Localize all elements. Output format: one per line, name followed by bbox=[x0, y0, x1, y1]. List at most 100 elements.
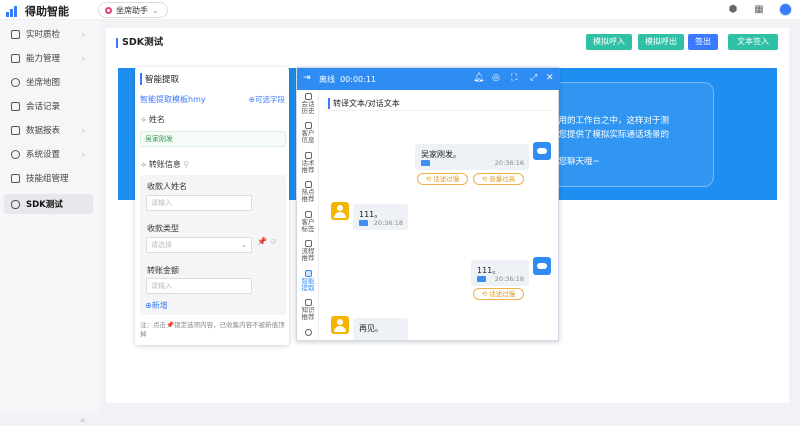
assistant-rail: 会话 历史 客户 信息 话术 推荐 热点 推荐 客户 标签 流程 推荐 智能 提… bbox=[297, 90, 319, 342]
exit-icon[interactable]: ⇥ bbox=[303, 73, 311, 83]
settings-icon[interactable]: ⬢ bbox=[727, 4, 739, 16]
sidebar-item-label: 系统设置 bbox=[26, 150, 61, 160]
sidebar-item-realtime-qc[interactable]: 实时质检 › bbox=[4, 24, 93, 44]
banner-text-line2: 为您提供了模拟实际通话场景的 bbox=[550, 130, 670, 140]
headset-icon[interactable]: ◎ bbox=[492, 73, 500, 83]
bell-icon[interactable]: 🔔︎ bbox=[473, 73, 484, 83]
rail-label: 流程 推荐 bbox=[301, 247, 315, 262]
history-icon bbox=[304, 93, 312, 100]
sidebar-item-label: SDK测试 bbox=[26, 200, 63, 210]
collapse-sidebar-icon[interactable]: « bbox=[80, 416, 86, 426]
sidebar-item-sdk-test[interactable]: SDK测试 bbox=[4, 194, 93, 214]
message-text: 吴家刚发。 bbox=[421, 150, 461, 159]
sidebar-item-reports[interactable]: 数据报表 › bbox=[4, 120, 93, 140]
call-timer: 00:00:11 bbox=[340, 75, 377, 84]
message-text: 再见。 bbox=[359, 324, 383, 333]
pin-icon[interactable]: ⚲ bbox=[181, 160, 189, 169]
customer-avatar bbox=[331, 316, 349, 334]
chevron-right-icon: › bbox=[81, 149, 85, 159]
call-assistant-window: ⇥ 离线 00:00:11 🔔︎ ◎ ⛶ ⤢ ✕ 会话 历史 客户 信息 话术 … bbox=[296, 67, 560, 342]
payee-name-label: 收款人姓名 bbox=[147, 182, 187, 191]
robot-icon bbox=[11, 199, 20, 209]
page-title: SDK测试 bbox=[116, 38, 163, 48]
call-status: 离线 00:00:11 bbox=[319, 74, 376, 85]
capability-icon bbox=[11, 53, 20, 63]
chat-icon bbox=[11, 101, 20, 111]
rail-hot-recommend[interactable]: 热点 推荐 bbox=[298, 181, 318, 203]
close-icon[interactable]: ✕ bbox=[546, 73, 554, 83]
template-name[interactable]: 智能提取模板hmy bbox=[140, 94, 206, 105]
sidebar-item-label: 实时质检 bbox=[26, 30, 61, 40]
pin-icon[interactable]: 📌 bbox=[257, 237, 267, 246]
rail-knowledge-recommend[interactable]: 知识 推荐 bbox=[298, 299, 318, 321]
rail-flow-recommend[interactable]: 流程 推荐 bbox=[298, 240, 318, 262]
avatar[interactable] bbox=[779, 3, 792, 16]
tag-icon bbox=[304, 211, 312, 218]
optional-fields-link[interactable]: ⊕可选字段 bbox=[249, 94, 285, 105]
sidebar-item-capability[interactable]: 能力管理 › bbox=[4, 48, 93, 68]
payment-type-placeholder: 请选择 bbox=[151, 241, 172, 249]
simulate-outbound-button[interactable]: 模拟呼出 bbox=[638, 34, 684, 50]
payee-name-input[interactable]: 请输入 bbox=[146, 195, 252, 211]
fullscreen-icon[interactable]: ⤢ bbox=[530, 73, 537, 83]
flag-icon bbox=[477, 276, 486, 282]
script-icon bbox=[304, 152, 312, 159]
transfer-amount-input[interactable]: 请输入 bbox=[146, 278, 252, 294]
transfer-amount-label: 转账金额 bbox=[147, 266, 179, 275]
rail-session-history[interactable]: 会话 历史 bbox=[298, 93, 318, 115]
location-icon bbox=[11, 77, 20, 87]
flow-icon bbox=[304, 240, 312, 247]
chevron-right-icon: › bbox=[81, 53, 85, 63]
clear-icon[interactable]: ⊘ bbox=[270, 237, 277, 246]
message-time: 20:36:18 bbox=[373, 219, 403, 227]
payment-type-select[interactable]: 请选择 ⌄ bbox=[146, 237, 252, 253]
customer-message: 111。 20:36:18 bbox=[353, 204, 408, 230]
sign-out-button[interactable]: 签出 bbox=[688, 34, 718, 50]
simulate-inbound-button[interactable]: 模拟呼入 bbox=[586, 34, 632, 50]
chevron-right-icon: › bbox=[81, 29, 85, 39]
rail-more[interactable] bbox=[298, 329, 318, 337]
rail-label: 知识 推荐 bbox=[301, 306, 315, 321]
name-field[interactable]: 吴家刚发 bbox=[140, 131, 286, 147]
fire-icon bbox=[304, 181, 312, 188]
apps-grid-icon[interactable]: ▦ bbox=[753, 4, 765, 16]
rail-smart-extraction[interactable]: 智能 提取 bbox=[298, 270, 318, 292]
sidebar-item-settings[interactable]: 系统设置 › bbox=[4, 144, 93, 164]
sidebar-item-seat-map[interactable]: 坐席地图 bbox=[4, 72, 93, 92]
group-icon bbox=[11, 173, 20, 183]
conversation-title: 转译文本/对话文本 bbox=[328, 98, 400, 109]
sidebar-item-sessions[interactable]: 会话记录 bbox=[4, 96, 93, 116]
payment-type-label: 收款类型 bbox=[147, 224, 179, 233]
user-icon bbox=[304, 122, 312, 129]
top-bar: 得助智能 坐席助手 ⌄ ⬢ ▦ bbox=[0, 0, 800, 20]
more-icon bbox=[304, 329, 312, 336]
divider bbox=[325, 110, 553, 111]
status-text: 离线 bbox=[319, 75, 335, 84]
rail-label: 热点 推荐 bbox=[301, 188, 315, 203]
violation-pill[interactable]: ⟲ 话述过慢 bbox=[417, 173, 468, 185]
pin-note: 注：点击📌锁定选项内容，已收集内容不被新值顶掉 bbox=[140, 321, 285, 338]
field-marker-icon: ⟡ bbox=[141, 160, 149, 169]
customer-message: 再见。 bbox=[353, 318, 408, 340]
app-selector[interactable]: 坐席助手 ⌄ bbox=[98, 2, 168, 18]
smart-extraction-panel: 智能提取 智能提取模板hmy ⊕可选字段 ⟡ 姓名 吴家刚发 ⟡ 转账信息 ⚲ … bbox=[135, 67, 289, 345]
rail-label: 客户 信息 bbox=[301, 129, 315, 144]
report-icon bbox=[11, 125, 20, 135]
volume-pill[interactable]: ⟲ 音量过高 bbox=[473, 173, 524, 185]
rail-customer-tags[interactable]: 客户 标签 bbox=[298, 211, 318, 233]
sidebar-item-skill-groups[interactable]: 技能组管理 bbox=[4, 168, 93, 188]
panel-title: 智能提取 bbox=[140, 73, 179, 85]
rail-script-recommend[interactable]: 话术 推荐 bbox=[298, 152, 318, 174]
add-button[interactable]: ⊕新增 bbox=[145, 300, 168, 311]
text-sign-in-button[interactable]: 文本签入 bbox=[728, 34, 778, 50]
chevron-right-icon: › bbox=[81, 125, 85, 135]
message-time: 20:36:16 bbox=[494, 159, 524, 167]
sidebar-item-label: 会话记录 bbox=[26, 102, 61, 112]
rail-label: 会话 历史 bbox=[301, 100, 315, 115]
violation-pill[interactable]: ⟲ 话述过慢 bbox=[473, 288, 524, 300]
gear-icon bbox=[11, 149, 20, 159]
name-label: 姓名 bbox=[148, 115, 165, 124]
logo: 得助智能 bbox=[6, 3, 69, 19]
scan-icon[interactable]: ⛶ bbox=[511, 73, 517, 83]
rail-customer-info[interactable]: 客户 信息 bbox=[298, 122, 318, 144]
